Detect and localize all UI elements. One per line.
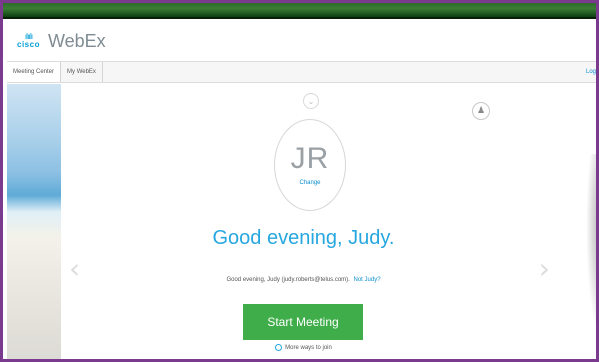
brand-header: ılıılı cisco WebEx [7, 21, 596, 61]
top-nav: Meeting Center My WebEx Log [7, 61, 596, 83]
window-frame: ılıılı cisco WebEx Meeting Center My Web… [0, 0, 599, 362]
tab-my-webex-label: My WebEx [67, 69, 96, 75]
greeting-heading: Good evening, Judy. [212, 227, 395, 249]
logout-link[interactable]: Log [586, 62, 596, 82]
start-meeting-button[interactable]: Start Meeting [243, 304, 363, 340]
tab-meeting-center[interactable]: Meeting Center [7, 62, 62, 82]
cisco-logo-text: cisco [17, 40, 40, 49]
more-ways-to-join[interactable]: More ways to join [7, 344, 596, 351]
chevron-down-icon[interactable]: ⌄ [303, 93, 319, 109]
more-options-icon [275, 344, 283, 351]
tab-meeting-center-label: Meeting Center [13, 69, 55, 75]
avatar-initials: JR [290, 142, 330, 175]
not-you-link[interactable]: Not Judy? [354, 277, 381, 283]
more-ways-label: More ways to join [285, 344, 332, 351]
avatar: JR Change [274, 119, 346, 211]
beach-background-image [7, 84, 61, 359]
product-name: WebEx [47, 30, 106, 51]
change-avatar-link[interactable]: Change [299, 180, 320, 186]
tab-my-webex[interactable]: My WebEx [61, 62, 103, 82]
welcome-text: Good evening, Judy (judy.roberts@telus.c… [226, 277, 350, 283]
contact-card-icon[interactable]: ♟ [472, 102, 490, 120]
cisco-logo-icon: ılıılı cisco [17, 33, 40, 49]
welcome-line: Good evening, Judy (judy.roberts@telus.c… [7, 277, 596, 283]
welcome-stage: ‹ › ⌄ ♟ JR Change Good evening, Judy. Go… [7, 84, 596, 359]
